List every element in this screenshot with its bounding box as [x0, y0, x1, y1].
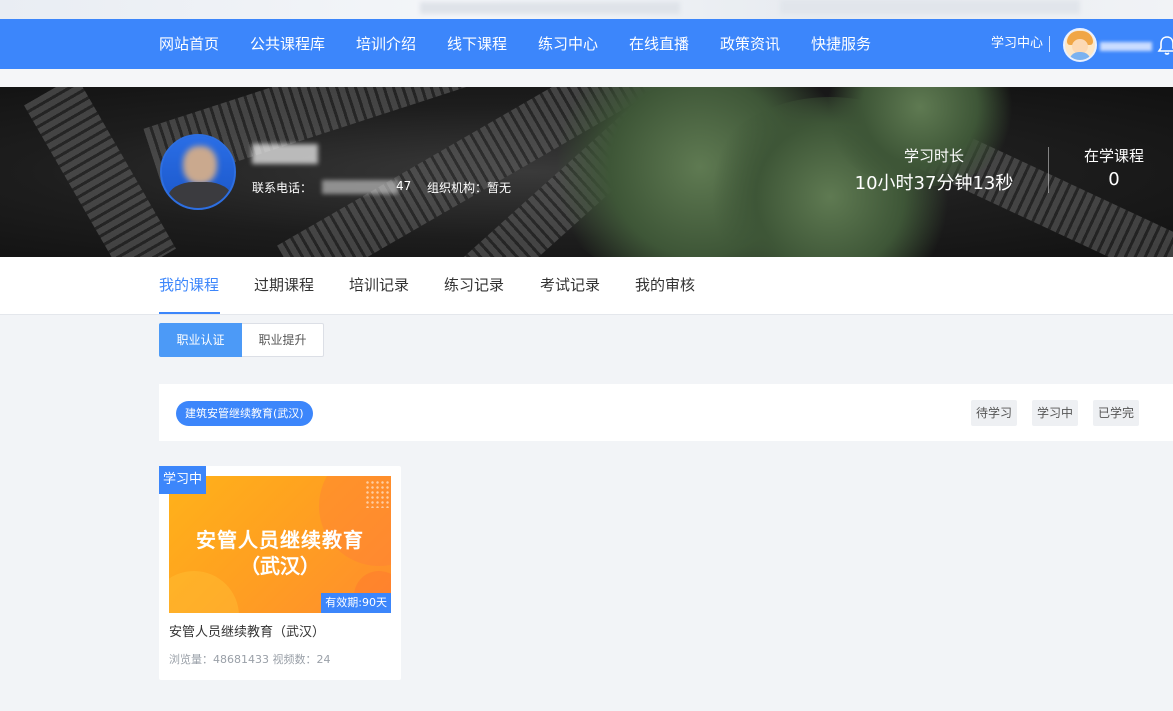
- profile-avatar: [160, 134, 236, 210]
- top-nav: 网站首页 公共课程库 培训介绍 线下课程 练习中心 在线直播 政策资讯 快捷服务…: [0, 19, 1173, 69]
- nav-item-policy-news[interactable]: 政策资讯: [720, 19, 780, 69]
- thumb-dot-pattern: [365, 480, 389, 508]
- study-time-label: 学习时长: [903, 147, 964, 165]
- courses-value: 0: [1108, 169, 1120, 190]
- segment-vocational-cert[interactable]: 职业认证: [159, 323, 242, 357]
- active-tab-underline: [159, 312, 220, 314]
- status-filter-pending[interactable]: 待学习: [971, 400, 1018, 426]
- user-avatar[interactable]: [1063, 28, 1097, 62]
- phone-number-blurred: [322, 180, 398, 194]
- category-chip[interactable]: 建筑安管继续教育(武汉): [176, 401, 313, 426]
- thumb-title-line1: 安管人员继续教育: [196, 528, 364, 552]
- nav-item-offline-courses[interactable]: 线下课程: [447, 19, 507, 69]
- course-card[interactable]: 学习中 安管人员继续教育 （武汉） 有效期:90天 安管人员继续教育（武汉） 浏…: [159, 466, 401, 680]
- nav-item-live[interactable]: 在线直播: [629, 19, 689, 69]
- organization-info: 组织机构：暂无: [427, 181, 512, 195]
- top-strip: [0, 0, 1173, 19]
- gap-strip: [0, 69, 1173, 87]
- thumb-title-line2: （武汉）: [240, 554, 320, 578]
- blurred-header-decoration: [780, 0, 1080, 14]
- status-filter-completed[interactable]: 已学完: [1093, 400, 1140, 426]
- phone-number-tail: 47: [396, 179, 412, 193]
- study-time-value: 10小时37分钟13秒: [854, 173, 1014, 194]
- nav-divider: [1049, 36, 1050, 52]
- bell-icon[interactable]: [1156, 34, 1173, 56]
- courses-label: 在学课程: [1083, 147, 1144, 165]
- course-thumbnail[interactable]: 安管人员继续教育 （武汉） 有效期:90天: [169, 476, 391, 613]
- profile-tabs: 我的课程 过期课程 培训记录 练习记录 考试记录 我的审核: [0, 257, 1173, 315]
- avatar-body: [1069, 52, 1091, 60]
- nav-item-training-intro[interactable]: 培训介绍: [356, 19, 416, 69]
- nav-item-quick-service[interactable]: 快捷服务: [811, 19, 871, 69]
- nav-item-practice-center[interactable]: 练习中心: [538, 19, 598, 69]
- blurred-header-decoration: [420, 2, 680, 14]
- stats-divider: [1048, 147, 1049, 193]
- status-filter-in-progress[interactable]: 学习中: [1032, 400, 1079, 426]
- tab-expired-courses[interactable]: 过期课程: [254, 257, 314, 314]
- tab-my-reviews[interactable]: 我的审核: [635, 257, 695, 314]
- course-meta: 浏览量：48681433 视频数：24: [169, 653, 331, 666]
- user-name-blurred: [1100, 42, 1152, 51]
- nav-item-home[interactable]: 网站首页: [159, 19, 219, 69]
- tab-practice-records[interactable]: 练习记录: [444, 257, 504, 314]
- profile-banner: 联系电话： 47 组织机构：暂无 学习时长 10小时37分钟13秒 在学课程 0: [0, 87, 1173, 257]
- banner-texture: [24, 87, 176, 257]
- nav-item-public-courses[interactable]: 公共课程库: [250, 19, 325, 69]
- course-filter-bar: 建筑安管继续教育(武汉) 待学习 学习中 已学完: [159, 384, 1173, 441]
- tab-training-records[interactable]: 培训记录: [349, 257, 409, 314]
- phone-label: 联系电话：: [252, 181, 313, 195]
- learning-center-link[interactable]: 学习中心: [991, 19, 1043, 69]
- tab-my-courses[interactable]: 我的课程: [159, 257, 219, 314]
- course-title[interactable]: 安管人员继续教育（武汉）: [169, 621, 325, 640]
- avatar-head-blurred: [183, 146, 217, 184]
- tab-exam-records[interactable]: 考试记录: [540, 257, 600, 314]
- course-status-badge: 学习中: [159, 466, 207, 494]
- profile-name-blurred: [252, 144, 318, 164]
- segment-vocational-improve[interactable]: 职业提升: [242, 323, 324, 357]
- validity-badge: 有效期:90天: [321, 593, 391, 613]
- avatar-shoulders: [168, 182, 232, 208]
